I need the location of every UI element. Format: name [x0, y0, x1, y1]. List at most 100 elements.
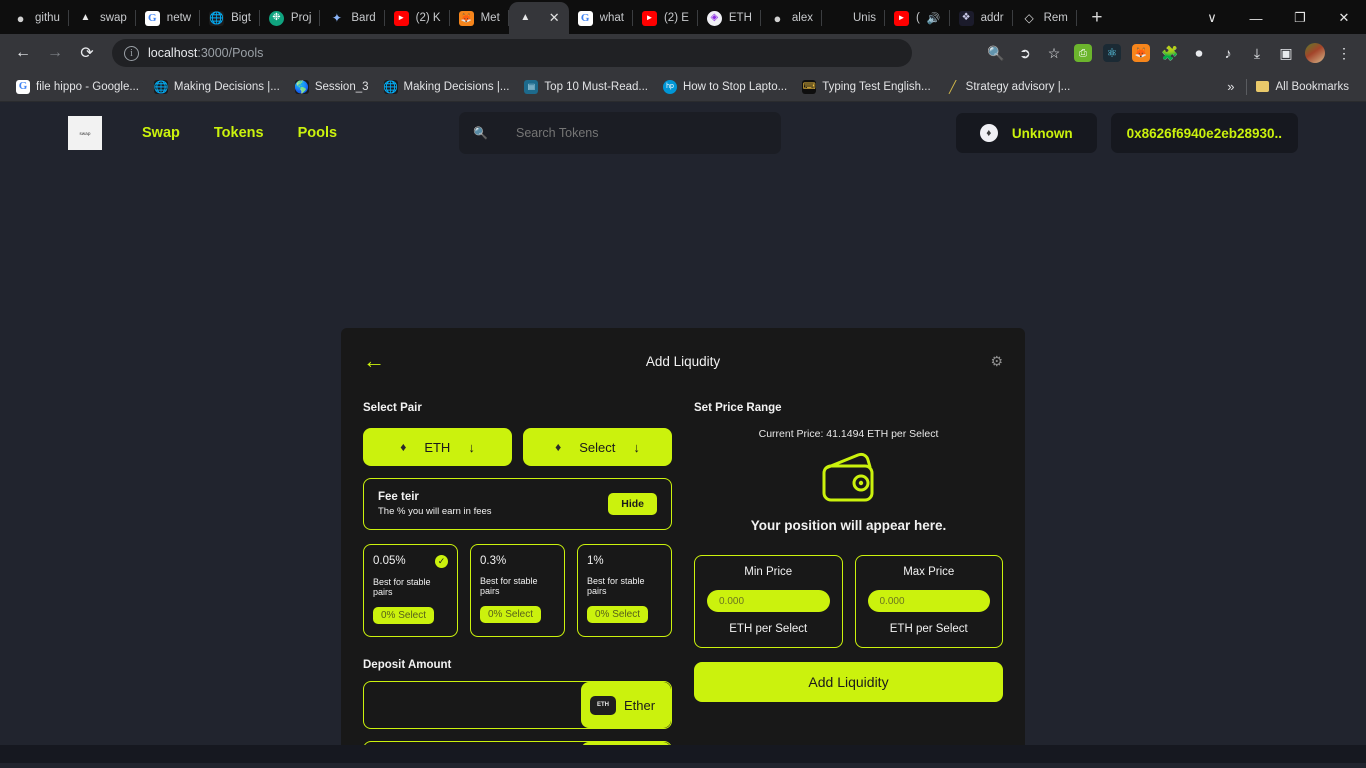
- print-extension-icon[interactable]: ⎙: [1069, 39, 1097, 67]
- chrome-menu-icon[interactable]: ⋮: [1330, 39, 1358, 67]
- zoom-out-icon[interactable]: 🔍: [982, 39, 1010, 67]
- tab-label: Unis: [853, 12, 877, 24]
- deposit-token-name: Ether: [624, 697, 656, 713]
- nav-item-swap[interactable]: Swap: [142, 125, 180, 141]
- bookmark-how-to-stop-laptop[interactable]: hp How to Stop Lapto...: [656, 77, 794, 97]
- browser-tab-github[interactable]: ● githu: [4, 2, 69, 34]
- new-tab-button[interactable]: +: [1083, 4, 1111, 32]
- tab-label: Bard: [351, 12, 376, 24]
- minimize-icon[interactable]: —: [1234, 2, 1278, 34]
- audio-playing-icon: 🔊: [926, 12, 941, 25]
- back-icon[interactable]: ←: [8, 38, 38, 68]
- token-selector-0[interactable]: ♦ ETH ↓: [363, 428, 512, 466]
- browser-tab-metamask[interactable]: 🦊 Met: [450, 2, 509, 34]
- window-close-icon[interactable]: ✕: [1322, 2, 1366, 34]
- deposit-token-button-0[interactable]: ETH Ether: [581, 682, 671, 728]
- bookmark-label: file hippo - Google...: [36, 80, 139, 93]
- hp-icon: hp: [662, 79, 677, 94]
- search-tokens-bar[interactable]: 🔍: [459, 112, 782, 154]
- media-list-icon[interactable]: ♪: [1214, 39, 1242, 67]
- browser-tab-bard[interactable]: ✦ Bard: [320, 2, 385, 34]
- lastpass-icon[interactable]: ⏺: [1185, 39, 1213, 67]
- site-info-icon[interactable]: i: [124, 45, 139, 61]
- uniswap-icon: [831, 11, 846, 26]
- browser-tab-active[interactable]: ▲ ✕: [508, 2, 569, 34]
- browser-tab-netw[interactable]: G netw: [136, 2, 201, 34]
- sparkle-icon: ✦: [331, 11, 342, 25]
- metamask-extension-icon[interactable]: 🦊: [1127, 39, 1155, 67]
- wallet-icon: [694, 452, 1003, 504]
- nav-item-pools[interactable]: Pools: [298, 125, 337, 141]
- browser-tab-remix[interactable]: ◇ Rem: [1013, 2, 1077, 34]
- token-selector-1[interactable]: ♦ Select ↓: [523, 428, 672, 466]
- extensions-puzzle-icon[interactable]: 🧩: [1156, 39, 1184, 67]
- page-content: swap Swap Tokens Pools 🔍 ♦ Unknown 0x862…: [0, 102, 1366, 763]
- profile-avatar[interactable]: [1301, 39, 1329, 67]
- deposit-input-0[interactable]: [364, 682, 581, 728]
- wallet-address-button[interactable]: 0x8626f6940e2eb28930..: [1110, 113, 1298, 153]
- min-price-input[interactable]: [707, 590, 830, 612]
- forward-icon[interactable]: →: [40, 38, 70, 68]
- search-input[interactable]: [516, 126, 747, 140]
- add-liquidity-button[interactable]: Add Liquidity: [694, 662, 1003, 702]
- browser-tab-eth[interactable]: ◈ ETH: [698, 2, 761, 34]
- bookmarks-overflow-icon[interactable]: »: [1217, 79, 1244, 94]
- fee-select-badge[interactable]: 0% Select: [587, 606, 649, 623]
- bookmark-top-10[interactable]: ▤ Top 10 Must-Read...: [517, 77, 655, 97]
- fee-card-2[interactable]: 1% Best for stable pairs 0% Select: [577, 544, 672, 637]
- bookmark-label: How to Stop Lapto...: [682, 80, 788, 93]
- browser-tab-youtube-2[interactable]: ► (2) E: [633, 2, 698, 34]
- browser-tab-proj[interactable]: ❉ Proj: [260, 2, 321, 34]
- bookmark-strategy-advisory[interactable]: ╱ Strategy advisory |...: [939, 77, 1078, 97]
- browser-tab-addr[interactable]: ❖ addr: [950, 2, 1013, 34]
- bookmark-star-icon[interactable]: ☆: [1040, 39, 1068, 67]
- min-price-box: Min Price ETH per Select: [694, 555, 843, 648]
- divider: [1245, 78, 1247, 95]
- close-icon[interactable]: ✕: [549, 10, 560, 26]
- bookmark-typing-test[interactable]: ⌨ Typing Test English...: [795, 77, 937, 97]
- check-icon: ✓: [435, 555, 448, 568]
- all-bookmarks-button[interactable]: All Bookmarks: [1248, 78, 1358, 96]
- max-price-input[interactable]: [867, 590, 990, 612]
- token-pair-row: ♦ ETH ↓ ♦ Select ↓: [363, 428, 672, 466]
- tab-label: githu: [35, 12, 60, 24]
- fee-tier-panel: Fee teir The % you will earn in fees Hid…: [363, 478, 672, 530]
- tab-search-icon[interactable]: ∨: [1190, 2, 1234, 34]
- fee-select-badge[interactable]: 0% Select: [480, 606, 542, 623]
- toolbar-icon-group: 🔍 ➲ ☆ ⎙ ⚛ 🦊 🧩 ⏺ ♪ ⤓ ▣ ⋮: [982, 39, 1358, 67]
- fee-select-badge[interactable]: 0% Select: [373, 607, 435, 624]
- gear-icon[interactable]: ⚙: [990, 353, 1003, 370]
- tab-label: Bigt: [231, 12, 251, 24]
- max-price-unit: ETH per Select: [889, 623, 968, 635]
- select-pair-title: Select Pair: [363, 402, 422, 414]
- fee-tier-toggle-button[interactable]: Hide: [608, 493, 657, 515]
- browser-tab-youtube-1[interactable]: ► (2) K: [385, 2, 450, 34]
- address-bar[interactable]: i localhost:3000/Pools: [112, 39, 912, 67]
- bookmark-file-hippo[interactable]: G file hippo - Google...: [9, 77, 146, 97]
- browser-tab-alex[interactable]: ● alex: [761, 2, 822, 34]
- react-devtools-icon[interactable]: ⚛: [1098, 39, 1126, 67]
- sidepanel-icon[interactable]: ▣: [1272, 39, 1300, 67]
- browser-tab-youtube-3[interactable]: ► ( 🔊: [885, 2, 950, 34]
- tab-label: ETH: [728, 12, 752, 24]
- fee-card-0[interactable]: 0.05% ✓ Best for stable pairs 0% Select: [363, 544, 458, 637]
- bookmark-making-decisions-2[interactable]: 🌐 Making Decisions |...: [377, 77, 517, 97]
- fee-percent: 0.05%: [373, 555, 406, 567]
- browser-tab-swap[interactable]: ▲ swap: [69, 2, 136, 34]
- nav-item-tokens[interactable]: Tokens: [214, 125, 264, 141]
- fee-card-1[interactable]: 0.3% Best for stable pairs 0% Select: [470, 544, 565, 637]
- triangle-icon: ▲: [520, 12, 531, 23]
- downloads-icon[interactable]: ⤓: [1243, 39, 1271, 67]
- browser-tab-bigt[interactable]: 🌐 Bigt: [200, 2, 260, 34]
- bookmark-making-decisions-1[interactable]: 🌐 Making Decisions |...: [147, 77, 287, 97]
- browser-tab-uniswap[interactable]: Unis: [822, 2, 886, 34]
- browser-tab-what[interactable]: G what: [569, 2, 633, 34]
- maximize-icon[interactable]: ❐: [1278, 2, 1322, 34]
- bookmark-label: Making Decisions |...: [173, 80, 280, 93]
- network-selector-button[interactable]: ♦ Unknown: [955, 113, 1097, 153]
- google-icon: G: [16, 79, 30, 94]
- share-icon[interactable]: ➲: [1011, 39, 1039, 67]
- bookmark-session-3[interactable]: 🌎 Session_3: [288, 77, 376, 97]
- reload-icon[interactable]: ⟳: [72, 38, 102, 68]
- app-logo[interactable]: swap: [68, 116, 102, 150]
